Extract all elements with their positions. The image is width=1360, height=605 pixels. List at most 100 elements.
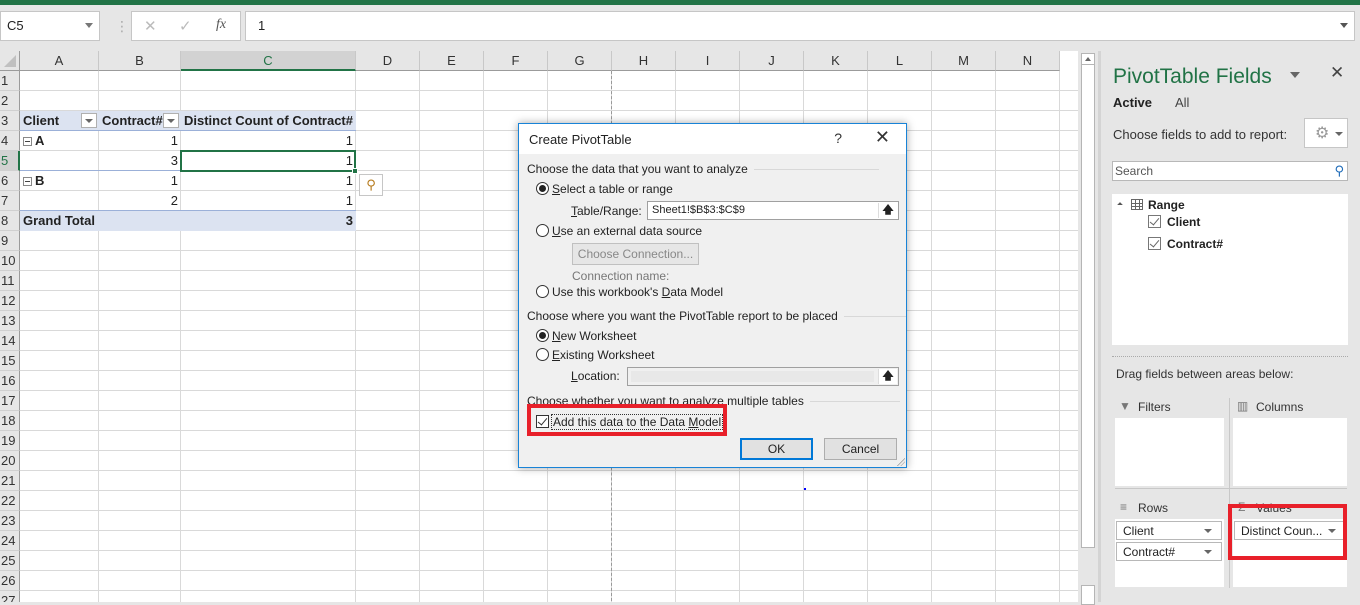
pivot-cell[interactable]: 1 — [99, 171, 181, 191]
table-range-input[interactable]: Sheet1!$B$3:$C$9 🡅 — [647, 201, 899, 220]
quick-analysis-icon[interactable]: ⚲ — [359, 174, 383, 196]
row-header-12[interactable]: 12 — [0, 291, 20, 311]
vertical-scrollbar[interactable] — [1078, 51, 1098, 605]
row-header-2[interactable]: 2 — [0, 91, 20, 111]
row-header-4[interactable]: 4 — [0, 131, 20, 151]
pivot-cell[interactable]: 1 — [99, 131, 181, 151]
collapse-dialog-icon[interactable]: 🡅 — [878, 203, 897, 218]
contract-filter-button[interactable] — [163, 113, 179, 128]
tab-all[interactable]: All — [1175, 95, 1189, 110]
chevron-down-icon[interactable] — [1204, 529, 1212, 533]
label-new-worksheet[interactable]: New Worksheet — [552, 329, 636, 343]
label-existing-worksheet[interactable]: Existing Worksheet — [552, 348, 655, 362]
chevron-down-icon[interactable] — [1204, 550, 1212, 554]
pane-options-chevron-icon[interactable] — [1290, 72, 1300, 78]
row-header-27[interactable]: 27 — [0, 591, 20, 602]
columns-drop-area[interactable] — [1233, 418, 1347, 486]
pivot-cell[interactable]: 3 — [99, 151, 181, 171]
column-header-j[interactable]: J — [740, 51, 804, 71]
field-search-input[interactable]: Search ⚲ — [1112, 161, 1348, 181]
choose-connection-button[interactable]: Choose Connection... — [572, 243, 699, 265]
collapse-icon[interactable] — [23, 137, 32, 146]
enter-icon[interactable]: ✓ — [179, 17, 192, 35]
resize-grip-icon[interactable] — [897, 458, 905, 466]
row-header-7[interactable]: 7 — [0, 191, 20, 211]
column-header-d[interactable]: D — [356, 51, 420, 71]
row-header-16[interactable]: 16 — [0, 371, 20, 391]
radio-select-table[interactable] — [536, 182, 549, 195]
close-icon[interactable]: ✕ — [1330, 63, 1344, 83]
select-all-button[interactable] — [0, 51, 20, 71]
column-header-m[interactable]: M — [932, 51, 996, 71]
row-header-26[interactable]: 26 — [0, 571, 20, 591]
field-checkbox-client[interactable] — [1148, 215, 1161, 228]
row-header-5[interactable]: 5 — [0, 151, 20, 171]
label-data-model[interactable]: Use this workbook's Data Model — [552, 285, 723, 299]
row-header-15[interactable]: 15 — [0, 351, 20, 371]
collapse-dialog-icon[interactable]: 🡅 — [878, 369, 897, 384]
search-icon[interactable]: ⚲ — [1334, 163, 1344, 179]
column-header-e[interactable]: E — [420, 51, 484, 71]
pivot-cell[interactable]: 1 — [181, 191, 356, 211]
column-header-g[interactable]: G — [548, 51, 612, 71]
scroll-down-button[interactable] — [1081, 585, 1095, 605]
field-label-contract[interactable]: Contract# — [1167, 237, 1223, 251]
name-box[interactable]: C5 — [0, 11, 100, 41]
radio-data-model[interactable] — [536, 285, 549, 298]
cancel-icon[interactable]: ✕ — [144, 17, 157, 35]
grand-total-value[interactable]: 3 — [181, 211, 356, 231]
row-header-17[interactable]: 17 — [0, 391, 20, 411]
label-external-source[interactable]: Use an external data source — [552, 224, 702, 238]
column-header-h[interactable]: H — [612, 51, 676, 71]
field-label-client[interactable]: Client — [1167, 215, 1200, 229]
column-header-n[interactable]: N — [996, 51, 1060, 71]
help-icon[interactable]: ? — [834, 130, 842, 146]
row-header-9[interactable]: 9 — [0, 231, 20, 251]
row-header-18[interactable]: 18 — [0, 411, 20, 431]
close-icon[interactable]: ✕ — [875, 127, 890, 148]
column-header-a[interactable]: A — [20, 51, 99, 71]
fill-handle[interactable] — [352, 168, 358, 174]
tab-active[interactable]: Active — [1113, 95, 1152, 110]
column-header-b[interactable]: B — [99, 51, 181, 71]
pivot-row-client-a[interactable]: A — [20, 131, 99, 151]
row-header-10[interactable]: 10 — [0, 251, 20, 271]
column-header-k[interactable]: K — [804, 51, 868, 71]
collapse-icon[interactable] — [23, 177, 32, 186]
radio-external-source[interactable] — [536, 224, 549, 237]
column-header-f[interactable]: F — [484, 51, 548, 71]
row-header-21[interactable]: 21 — [0, 471, 20, 491]
filters-drop-area[interactable] — [1115, 418, 1224, 486]
column-header-l[interactable]: L — [868, 51, 932, 71]
row-header-8[interactable]: 8 — [0, 211, 20, 231]
row-header-13[interactable]: 13 — [0, 311, 20, 331]
pivot-row-client-b[interactable]: B — [20, 171, 99, 191]
location-input[interactable]: 🡅 — [627, 367, 899, 386]
radio-new-worksheet[interactable] — [536, 329, 549, 342]
scroll-thumb[interactable] — [1081, 64, 1095, 548]
row-header-23[interactable]: 23 — [0, 511, 20, 531]
insert-function-icon[interactable]: fx — [216, 17, 226, 33]
row-header-19[interactable]: 19 — [0, 431, 20, 451]
chevron-down-icon[interactable] — [85, 23, 93, 28]
tools-button[interactable]: ⚙ — [1304, 118, 1348, 148]
row-header-24[interactable]: 24 — [0, 531, 20, 551]
formula-input[interactable]: 1 — [245, 11, 1355, 41]
column-header-c[interactable]: C — [181, 51, 356, 71]
pivot-cell[interactable]: 2 — [99, 191, 181, 211]
pivot-cell[interactable]: 1 — [181, 131, 356, 151]
rows-field-contract[interactable]: Contract# — [1116, 542, 1222, 561]
pivot-cell[interactable]: 1 — [181, 171, 356, 191]
ok-button[interactable]: OK — [740, 438, 813, 460]
radio-existing-worksheet[interactable] — [536, 348, 549, 361]
row-header-20[interactable]: 20 — [0, 451, 20, 471]
row-header-11[interactable]: 11 — [0, 271, 20, 291]
row-header-1[interactable]: 1 — [0, 71, 20, 91]
field-checkbox-contract[interactable] — [1148, 237, 1161, 250]
expand-formula-bar-icon[interactable] — [1340, 23, 1348, 28]
row-header-3[interactable]: 3 — [0, 111, 20, 131]
cancel-button[interactable]: Cancel — [824, 438, 897, 460]
expand-triangle-icon[interactable] — [1117, 202, 1123, 208]
client-filter-button[interactable] — [81, 113, 97, 128]
row-header-22[interactable]: 22 — [0, 491, 20, 511]
